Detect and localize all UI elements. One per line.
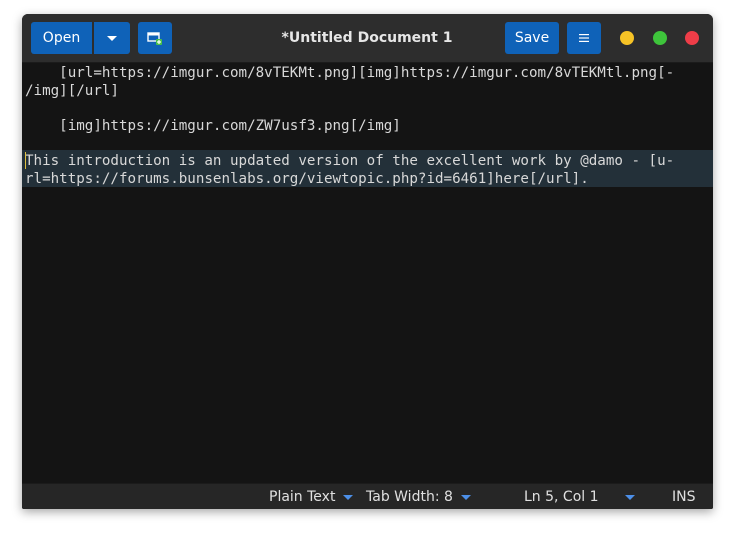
chevron-down-icon [107,35,117,41]
new-document-button[interactable] [138,22,172,54]
editor-line-1: [url=https://imgur.com/8vTEKMt.png][img]… [25,65,675,81]
status-bar: Plain Text Tab Width: 8 Ln 5, Col 1 INS [22,483,713,509]
editor-line-5-wrap: rl=https://forums.bunsenlabs.org/viewtop… [25,171,589,187]
header-bar: Open *Untitled Document 1 Save [22,14,713,63]
text-editor-area[interactable]: [url=https://imgur.com/8vTEKMt.png][img]… [22,63,713,483]
chevron-down-icon [625,494,635,500]
editor-line-1-wrap: /img][/url] [25,83,119,99]
editor-window: Open *Untitled Document 1 Save [url=http… [22,14,713,509]
hamburger-menu-icon [579,34,589,42]
editor-line-5: This introduction is an updated version … [25,153,675,169]
insert-mode-indicator[interactable]: INS [672,484,696,509]
new-document-icon [147,32,162,45]
chevron-down-icon [343,494,354,500]
language-label: Plain Text [269,489,336,505]
language-selector[interactable]: Plain Text [269,484,354,509]
maximize-button[interactable] [653,31,667,45]
open-recent-dropdown-button[interactable] [94,22,130,54]
close-button[interactable] [685,31,699,45]
tab-width-selector[interactable]: Tab Width: 8 [366,484,471,509]
position-dropdown-button[interactable] [625,484,635,509]
cursor-position-label: Ln 5, Col 1 [524,489,599,505]
open-button[interactable]: Open [31,22,92,54]
main-menu-button[interactable] [567,22,601,54]
text-cursor [25,152,26,169]
editor-line-3: [img]https://imgur.com/ZW7usf3.png[/img] [25,118,401,134]
tab-width-label: Tab Width: 8 [366,489,453,505]
minimize-button[interactable] [620,31,634,45]
chevron-down-icon [460,494,471,500]
window-title: *Untitled Document 1 [281,30,453,46]
cursor-position-selector[interactable]: Ln 5, Col 1 [524,484,599,509]
save-button[interactable]: Save [505,22,559,54]
